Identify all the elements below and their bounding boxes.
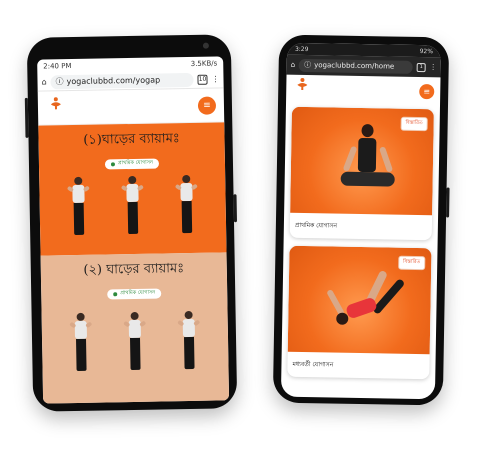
badge-label: প্রাথমিক যোগাসন [120,289,156,297]
card-image: বিস্তারিত [290,106,434,216]
left-phone-screen: 2:40 PM 3.5KB/s ⌂ ⓘ yogaclubbd.com/yogap… [37,56,230,404]
level-badge[interactable]: প্রাথমিক যোগাসন [107,288,162,300]
left-phone-volume-button [24,97,29,138]
exercise-figures [42,310,229,373]
right-phone-power-button [446,187,450,218]
meditation-figure [336,123,399,205]
card-label: প্রাথমিক যোগাসন [294,221,338,230]
status-time: 2:40 PM [43,62,72,71]
exercise-figure [174,174,198,235]
logo-icon[interactable] [292,77,312,101]
exercise-panel-1: (১)ঘাড়ের ব্যায়ামঃ প্রাথমিক যোগাসন [38,122,227,256]
home-icon[interactable]: ⌂ [41,77,46,86]
exercise-figure [69,312,93,373]
url-field[interactable]: ⓘ yogaclubbd.com/yogap [50,72,194,89]
info-icon: ⓘ [304,60,312,70]
menu-icon[interactable]: ≡ [419,83,435,99]
stretch-figure [318,264,419,346]
course-card-2[interactable]: বিস্তারিত মধ্যবর্তী যোগাসন [287,245,432,380]
info-icon: ⓘ [55,77,64,87]
badge-dot-icon [110,162,115,167]
site-header: ≡ [286,75,440,106]
right-phone-screen: 3:29 92% ⌂ ⓘ yogaclubbd.com/home 1 ⋮ ≡ ব… [280,42,442,400]
exercise-figure [177,310,201,371]
card-label: মধ্যবর্তী যোগাসন [292,360,334,369]
browser-bar: ⌂ ⓘ yogaclubbd.com/home 1 ⋮ [286,54,441,78]
more-vert-icon[interactable]: ⋮ [430,63,437,71]
home-icon[interactable]: ⌂ [291,61,296,69]
details-badge[interactable]: বিস্তারিত [400,116,428,132]
status-network: 3.5KB/s [190,59,218,68]
badge-dot-icon [113,292,118,297]
more-vert-icon[interactable]: ⋮ [211,74,219,83]
panel-title: (১)ঘাড়ের ব্যায়ামঃ [83,131,180,148]
tab-count-icon[interactable]: 1 [416,62,426,72]
right-phone: 3:29 92% ⌂ ⓘ yogaclubbd.com/home 1 ⋮ ≡ ব… [272,34,450,406]
panel-title: (২) ঘাড়ের ব্যায়ামঃ [83,261,185,278]
left-phone-camera [202,42,209,49]
exercise-figure [66,176,90,237]
url-field[interactable]: ⓘ yogaclubbd.com/home [299,58,413,74]
left-phone-power-button [233,194,238,223]
exercise-panel-2: (২) ঘাড়ের ব্যায়ামঃ প্রাথমিক যোগাসন [40,252,230,404]
exercise-figures [39,174,226,237]
tab-count-icon[interactable]: 10 [197,74,208,85]
exercise-figure [120,175,144,236]
course-card-1[interactable]: বিস্তারিত প্রাথমিক যোগাসন [289,106,434,241]
status-time: 3:29 [294,45,309,53]
site-header: ≡ [37,88,225,126]
badge-label: প্রাথমিক যোগাসন [117,159,154,167]
left-phone: 2:40 PM 3.5KB/s ⌂ ⓘ yogaclubbd.com/yogap… [24,34,238,412]
exercise-figure [123,311,147,372]
url-text: yogaclubbd.com/yogap [66,75,161,87]
level-badge[interactable]: প্রাথমিক যোগাসন [104,158,160,170]
card-image: বিস্তারিত [287,245,432,355]
url-text: yogaclubbd.com/home [314,61,395,71]
status-battery: 92% [419,47,434,55]
logo-icon[interactable] [46,96,66,120]
menu-icon[interactable]: ≡ [197,96,217,115]
